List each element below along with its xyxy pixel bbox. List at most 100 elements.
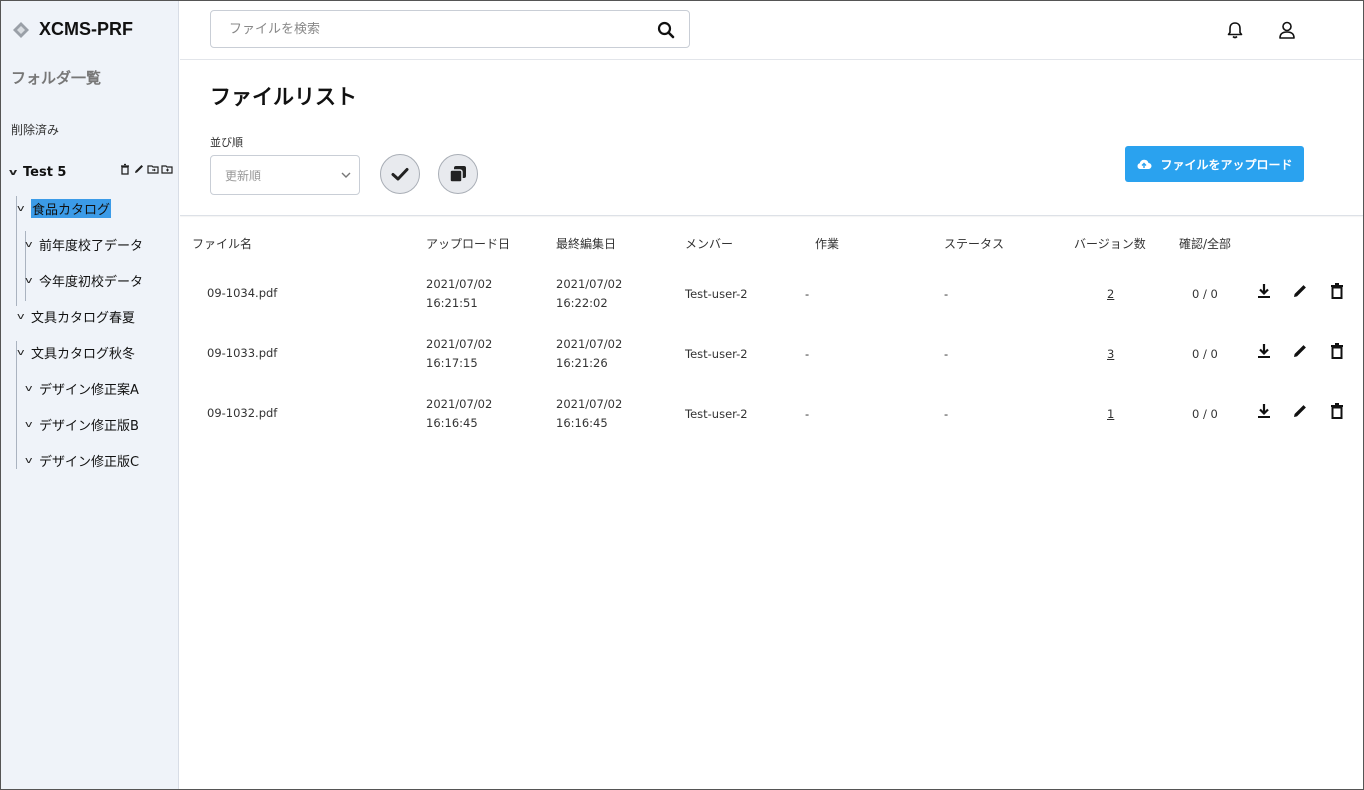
edit-date: 2021/07/02 16:21:26 bbox=[556, 337, 623, 370]
select-check-button[interactable] bbox=[380, 154, 420, 194]
folder-add-icon[interactable] bbox=[161, 163, 173, 175]
work: - bbox=[805, 287, 810, 301]
search-icon[interactable] bbox=[657, 21, 675, 39]
chevron-down-icon: v bbox=[25, 383, 33, 394]
upload-date: 2021/07/02 16:16:45 bbox=[426, 397, 493, 430]
sidebar-item-label: 食品カタログ bbox=[31, 199, 112, 218]
work: - bbox=[805, 347, 810, 361]
search-box bbox=[210, 10, 690, 48]
download-icon[interactable] bbox=[1255, 342, 1273, 360]
work: - bbox=[805, 407, 810, 421]
user-icon[interactable] bbox=[1277, 20, 1297, 40]
upload-button-label: ファイルをアップロード bbox=[1160, 157, 1293, 172]
edit-date: 2021/07/02 16:22:02 bbox=[556, 277, 623, 310]
edit-icon[interactable] bbox=[133, 163, 145, 175]
cloud-upload-icon bbox=[1138, 159, 1152, 169]
main-content: ファイルリスト 並び順 更新順 ファイルをアップロード ファイル名 アップロード… bbox=[180, 61, 1363, 789]
tree-line bbox=[16, 341, 17, 469]
sidebar-item-design-b[interactable]: v デザイン修正版B bbox=[25, 415, 139, 434]
confirm-count: 0 / 0 bbox=[1192, 347, 1218, 361]
trash-icon[interactable] bbox=[1328, 342, 1346, 360]
chevron-down-icon: v bbox=[17, 347, 25, 358]
version-count-link[interactable]: 3 bbox=[1107, 345, 1114, 364]
chevron-down-icon: v bbox=[9, 167, 18, 178]
sidebar-item-label: 文具カタログ秋冬 bbox=[31, 347, 136, 362]
confirm-count: 0 / 0 bbox=[1192, 407, 1218, 421]
file-name[interactable]: 09-1034.pdf bbox=[207, 284, 277, 303]
trash-icon[interactable] bbox=[1328, 402, 1346, 420]
bell-icon[interactable] bbox=[1225, 20, 1245, 40]
sidebar-item-stationery-ss[interactable]: v 文具カタログ春夏 bbox=[17, 307, 136, 326]
upload-date: 2021/07/02 16:17:15 bbox=[426, 337, 493, 370]
edit-date: 2021/07/02 16:16:45 bbox=[556, 397, 623, 430]
table-row[interactable]: 09-1033.pdf 2021/07/02 16:17:15 2021/07/0… bbox=[180, 325, 1363, 385]
sidebar-item-food-catalog[interactable]: v 食品カタログ bbox=[17, 199, 112, 218]
member: Test-user-2 bbox=[685, 287, 748, 301]
version-count-link[interactable]: 1 bbox=[1107, 405, 1114, 424]
tree-root-test5[interactable]: v Test 5 bbox=[9, 165, 67, 180]
column-header-status[interactable]: ステータス bbox=[944, 235, 1004, 252]
sidebar-item-label: デザイン修正版C bbox=[39, 455, 140, 470]
download-icon[interactable] bbox=[1255, 402, 1273, 420]
sort-label: 並び順 bbox=[210, 136, 243, 149]
app-name: XCMS-PRF bbox=[39, 19, 133, 39]
sidebar-item-stationery-aw[interactable]: v 文具カタログ秋冬 bbox=[17, 343, 136, 362]
chevron-down-icon: v bbox=[25, 239, 33, 250]
column-header-last-edited[interactable]: 最終編集日 bbox=[556, 235, 616, 252]
sidebar-item-label: 文具カタログ春夏 bbox=[31, 311, 136, 326]
member: Test-user-2 bbox=[685, 347, 748, 361]
column-header-work[interactable]: 作業 bbox=[815, 235, 839, 252]
page-title: ファイルリスト bbox=[210, 85, 357, 109]
root-actions bbox=[119, 163, 173, 175]
download-icon[interactable] bbox=[1255, 282, 1273, 300]
deleted-folder-link[interactable]: 削除済み bbox=[11, 121, 59, 138]
sidebar-item-label: 今年度初校データ bbox=[39, 275, 144, 290]
column-header-versions[interactable]: バージョン数 bbox=[1074, 235, 1146, 252]
sidebar-item-label: デザイン修正案A bbox=[39, 383, 139, 398]
copy-icon bbox=[449, 166, 466, 183]
status: - bbox=[944, 287, 949, 301]
column-header-member[interactable]: メンバー bbox=[685, 235, 733, 252]
file-name[interactable]: 09-1032.pdf bbox=[207, 404, 277, 423]
sort-select-value: 更新順 bbox=[225, 168, 262, 183]
upload-file-button[interactable]: ファイルをアップロード bbox=[1125, 146, 1304, 182]
file-name[interactable]: 09-1033.pdf bbox=[207, 344, 277, 363]
chevron-down-icon bbox=[341, 172, 351, 178]
app-logo[interactable]: XCMS-PRF bbox=[11, 19, 133, 40]
folder-move-icon[interactable] bbox=[147, 163, 159, 175]
column-header-confirm[interactable]: 確認/全部 bbox=[1179, 235, 1231, 252]
column-header-upload-date[interactable]: アップロード日 bbox=[426, 235, 510, 252]
sidebar-item-label: デザイン修正版B bbox=[39, 419, 139, 434]
chevron-down-icon: v bbox=[25, 419, 33, 430]
multi-select-button[interactable] bbox=[438, 154, 478, 194]
trash-icon[interactable] bbox=[1328, 282, 1346, 300]
divider bbox=[180, 215, 1363, 216]
tree-root-label: Test 5 bbox=[23, 165, 67, 180]
header bbox=[180, 1, 1363, 60]
edit-icon[interactable] bbox=[1291, 282, 1309, 300]
confirm-count: 0 / 0 bbox=[1192, 287, 1218, 301]
sidebar-item-prev-year[interactable]: v 前年度校了データ bbox=[25, 235, 144, 254]
search-input[interactable] bbox=[211, 21, 641, 37]
sidebar-item-design-c[interactable]: v デザイン修正版C bbox=[25, 451, 140, 470]
sidebar-item-design-a[interactable]: v デザイン修正案A bbox=[25, 379, 139, 398]
status: - bbox=[944, 407, 949, 421]
edit-icon[interactable] bbox=[1291, 342, 1309, 360]
status: - bbox=[944, 347, 949, 361]
sort-select[interactable]: 更新順 bbox=[210, 155, 360, 195]
sidebar-item-label: 前年度校了データ bbox=[39, 239, 144, 254]
table-row[interactable]: 09-1034.pdf 2021/07/02 16:21:51 2021/07/0… bbox=[180, 265, 1363, 325]
sidebar-item-this-year[interactable]: v 今年度初校データ bbox=[25, 271, 144, 290]
edit-icon[interactable] bbox=[1291, 402, 1309, 420]
upload-date: 2021/07/02 16:21:51 bbox=[426, 277, 493, 310]
trash-icon[interactable] bbox=[119, 163, 131, 175]
version-count-link[interactable]: 2 bbox=[1107, 285, 1114, 304]
table-row[interactable]: 09-1032.pdf 2021/07/02 16:16:45 2021/07/0… bbox=[180, 385, 1363, 445]
member: Test-user-2 bbox=[685, 407, 748, 421]
chevron-down-icon: v bbox=[17, 311, 25, 322]
column-header-filename[interactable]: ファイル名 bbox=[192, 235, 252, 252]
chevron-down-icon: v bbox=[25, 455, 33, 466]
check-icon bbox=[391, 168, 409, 181]
folder-list-heading: フォルダ一覧 bbox=[11, 69, 102, 87]
sidebar: XCMS-PRF フォルダ一覧 削除済み v Test 5 v 食品カタログ v… bbox=[1, 1, 179, 789]
